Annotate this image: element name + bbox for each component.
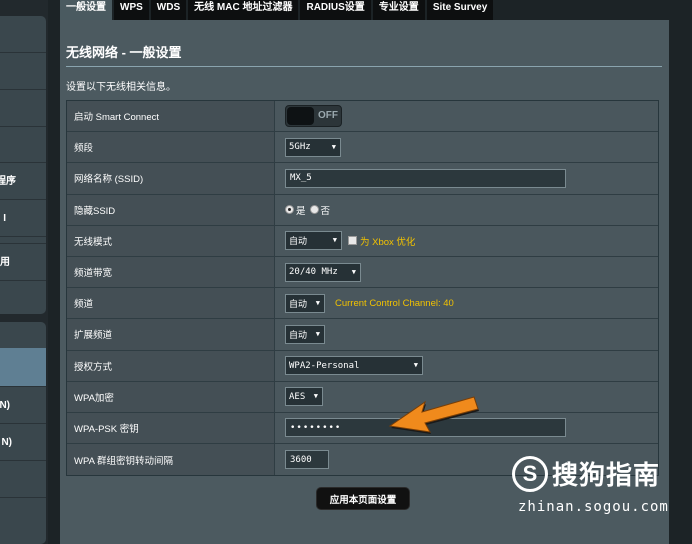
tab-site-survey[interactable]: Site Survey (426, 0, 494, 20)
ext-channel-value: 自动 (289, 330, 308, 341)
auth-method-value: WPA2-Personal (289, 360, 360, 371)
ssid-label: 网络名称 (SSID) (67, 163, 275, 194)
sidebar: 程序 I 用 N) N) (0, 0, 48, 544)
group-key-interval-label: WPA 群组密钥转动间隔 (67, 444, 275, 476)
smart-connect-toggle[interactable]: OFF (285, 105, 342, 128)
channel-width-value: 20/40 MHz (289, 267, 338, 278)
smart-connect-cell: OFF (275, 101, 658, 132)
wireless-mode-cell: 自动 ▼ 为 Xbox 优化 (275, 225, 658, 256)
auth-method-cell: WPA2-Personal ▼ (275, 350, 658, 381)
ext-channel-select[interactable]: 自动 ▼ (285, 324, 325, 344)
channel-select[interactable]: 自动 ▼ (285, 293, 325, 313)
sogou-logo-icon: S (512, 455, 548, 492)
hide-ssid-cell: 是 否 (275, 194, 658, 225)
sidebar-item-use[interactable]: 用 (0, 243, 46, 280)
apply-button[interactable]: 应用本页面设置 (316, 487, 410, 510)
tab-general[interactable]: 一般设置 (60, 0, 112, 20)
channel-label: 频道 (67, 288, 275, 319)
wpa-encryption-label: WPA加密 (67, 381, 275, 412)
chevron-down-icon: ▼ (315, 298, 320, 307)
sidebar-menu-advanced: N) N) (0, 322, 46, 544)
wpa-encryption-select[interactable]: AES ▼ (285, 387, 323, 407)
watermark-brand: 搜狗指南 (552, 460, 661, 490)
sogou-watermark: S 搜狗指南 zhinan.sogou.com (512, 455, 668, 515)
group-key-interval-input[interactable]: 3600 (285, 450, 329, 470)
hide-ssid-no-radio[interactable] (309, 205, 319, 215)
sidebar-item[interactable] (0, 460, 46, 497)
sidebar-item[interactable] (0, 126, 46, 163)
hide-ssid-yes-radio[interactable] (285, 205, 294, 215)
toggle-knob (287, 107, 314, 126)
channel-value: 自动 (289, 299, 308, 310)
chevron-down-icon: ▼ (351, 267, 356, 276)
auth-method-label: 授权方式 (67, 350, 275, 381)
row-ssid: 网络名称 (SSID) MX_5 (67, 163, 658, 195)
row-wpa-psk: WPA-PSK 密钥 •••••••• (67, 412, 658, 445)
tab-wds[interactable]: WDS (150, 0, 187, 20)
hide-ssid-no-label: 否 (320, 205, 331, 217)
ext-channel-cell: 自动 ▼ (275, 319, 658, 350)
sidebar-item-n1[interactable]: N) (0, 386, 46, 423)
row-hide-ssid: 隐藏SSID 是 否 (67, 194, 658, 226)
sidebar-item-wireless-active[interactable] (0, 348, 46, 386)
wireless-mode-value: 自动 (289, 237, 308, 248)
chevron-down-icon: ▼ (413, 361, 418, 370)
band-label: 频段 (67, 132, 275, 163)
page-description: 设置以下无线相关信息。 (66, 82, 176, 93)
sidebar-item-n2[interactable]: N) (0, 423, 46, 460)
chevron-down-icon: ▼ (332, 236, 337, 245)
annotation-arrow-icon (388, 396, 479, 434)
ext-channel-label: 扩展频道 (67, 319, 275, 350)
auth-method-select[interactable]: WPA2-Personal ▼ (285, 356, 423, 376)
wireless-mode-select[interactable]: 自动 ▼ (285, 231, 342, 251)
chevron-down-icon: ▼ (313, 392, 318, 401)
sidebar-item-i[interactable]: I (0, 199, 46, 236)
row-smart-connect: 启动 Smart Connect OFF (67, 101, 658, 133)
row-ext-channel: 扩展频道 自动 ▼ (67, 319, 658, 351)
tab-mac-filter[interactable]: 无线 MAC 地址过滤器 (188, 0, 299, 20)
page-title: 无线网络 - 一般设置 (66, 45, 182, 60)
title-divider (66, 66, 662, 67)
row-band: 频段 5GHz ▼ (67, 132, 658, 164)
chevron-down-icon: ▼ (331, 142, 336, 151)
row-wireless-mode: 无线模式 自动 ▼ 为 Xbox 优化 (67, 225, 658, 257)
smart-connect-label: 启动 Smart Connect (67, 101, 275, 132)
row-channel-width: 频道带宽 20/40 MHz ▼ (67, 256, 658, 289)
wpa-psk-label: WPA-PSK 密钥 (67, 412, 275, 444)
sidebar-menu-general: 程序 I 用 (0, 16, 46, 314)
sidebar-item[interactable] (0, 280, 46, 314)
channel-cell: 自动 ▼ Current Control Channel: 40 (275, 288, 658, 319)
sidebar-item[interactable] (0, 89, 46, 126)
toggle-state: OFF (318, 110, 338, 122)
tab-radius[interactable]: RADIUS设置 (300, 0, 371, 20)
tab-wps[interactable]: WPS (114, 0, 149, 20)
hide-ssid-label: 隐藏SSID (67, 194, 275, 225)
channel-width-cell: 20/40 MHz ▼ (275, 256, 658, 288)
row-channel: 频道 自动 ▼ Current Control Channel: 40 (67, 288, 658, 320)
wpa-encryption-value: AES (289, 391, 306, 402)
tab-bar: 一般设置 WPS WDS 无线 MAC 地址过滤器 RADIUS设置 专业设置 … (60, 0, 495, 20)
settings-table: 启动 Smart Connect OFF 频段 5GHz ▼ 网络名称 (SSI… (66, 100, 659, 477)
channel-width-label: 频道带宽 (67, 256, 275, 288)
row-wpa-encryption: WPA加密 AES ▼ (67, 381, 658, 413)
hide-ssid-yes-label: 是 (296, 205, 306, 217)
row-auth-method: 授权方式 WPA2-Personal ▼ (67, 350, 658, 382)
channel-width-select[interactable]: 20/40 MHz ▼ (285, 262, 361, 282)
current-channel-info: Current Control Channel: 40 (335, 297, 454, 309)
ssid-input[interactable]: MX_5 (285, 168, 566, 188)
watermark-logo: S 搜狗指南 (512, 455, 660, 492)
xbox-optimize-label: 为 Xbox 优化 (360, 236, 416, 248)
wireless-mode-label: 无线模式 (67, 225, 275, 256)
band-value: 5GHz (289, 142, 311, 153)
ssid-cell: MX_5 (275, 163, 658, 194)
sidebar-item-program[interactable]: 程序 (0, 162, 46, 199)
band-cell: 5GHz ▼ (275, 132, 658, 163)
xbox-optimize-checkbox[interactable] (348, 236, 357, 246)
band-select[interactable]: 5GHz ▼ (285, 137, 341, 157)
chevron-down-icon: ▼ (315, 329, 320, 338)
watermark-url: zhinan.sogou.com (518, 499, 669, 515)
sidebar-item[interactable] (0, 52, 46, 89)
sidebar-item[interactable] (0, 497, 46, 534)
tab-professional[interactable]: 专业设置 (372, 0, 425, 20)
